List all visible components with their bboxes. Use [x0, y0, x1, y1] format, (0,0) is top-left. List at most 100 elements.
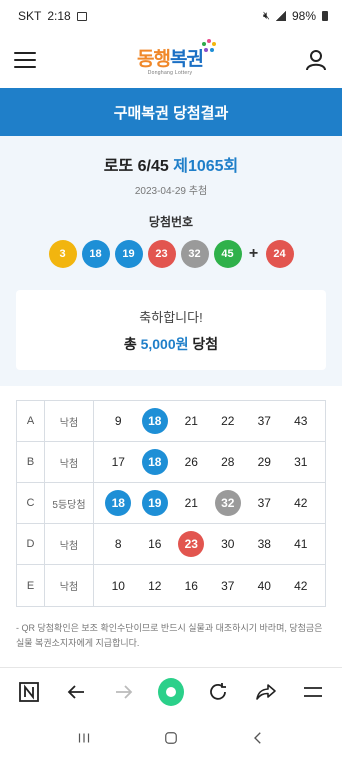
ticket-number: 12 [148, 578, 162, 593]
table-row: A 낙첨 9 18 21 22 37 43 [17, 401, 325, 442]
naver-icon[interactable] [16, 679, 42, 705]
congrats-message: 축하합니다! [139, 309, 203, 325]
winning-ball: 45 [213, 240, 242, 268]
ticket-number: 21 [184, 496, 198, 510]
home-icon[interactable] [159, 726, 183, 750]
winning-ball: 3 [48, 240, 77, 268]
signal-icon [275, 11, 286, 21]
ticket-number: 26 [184, 455, 198, 469]
matched-number: 18 [141, 449, 168, 475]
share-icon[interactable] [253, 679, 279, 705]
prize-prefix: 총 [123, 335, 137, 352]
menu-icon[interactable] [300, 679, 326, 705]
draw-date: 2023-04-29 추첨 [134, 186, 208, 197]
refresh-icon[interactable] [205, 679, 231, 705]
prize-amount: 5,000원 [140, 335, 189, 352]
table-row: D 낙첨 8 16 23 30 38 41 [17, 524, 325, 565]
back-arrow-icon[interactable] [63, 679, 89, 705]
ticket-number: 37 [257, 496, 271, 510]
app-header: 동행복권 Donghang Lottery [0, 32, 342, 88]
ticket-number: 16 [148, 537, 162, 551]
bonus-ball: 24 [265, 240, 294, 268]
ticket-number: 31 [294, 455, 308, 469]
time-label: 2:18 [47, 9, 71, 23]
row-numbers: 8 16 23 30 38 41 [94, 524, 325, 564]
ticket-number: 30 [221, 537, 235, 551]
gallery-icon [76, 11, 87, 21]
winning-numbers: 3 18 19 23 32 45 +24 [16, 240, 326, 268]
ticket-number: 21 [184, 414, 198, 428]
row-letter: B [17, 442, 45, 482]
battery-label: 98% [291, 9, 316, 23]
ticket-number: 16 [184, 578, 198, 593]
ticket-number: 22 [221, 414, 235, 428]
congrats-box: 축하합니다! 총 5,000원 당첨 [16, 290, 326, 370]
winning-ball: 23 [147, 240, 176, 268]
game-name: 로또 6/45 [103, 158, 169, 175]
table-row: B 낙첨 17 18 26 28 29 31 [17, 442, 325, 483]
ticket-table: A 낙첨 9 18 21 22 37 43 B 낙첨 17 18 26 28 29 31 C 5등당첨 18 19 21… [16, 400, 326, 607]
back-icon[interactable] [246, 726, 270, 750]
row-letter: E [17, 565, 45, 606]
result-section: 로또 6/45 제1065회 2023-04-29 추첨 당첨번호 3 18 19 2… [0, 136, 342, 386]
ticket-number: 17 [111, 455, 125, 469]
table-row: E 낙첨 10 12 16 37 40 42 [17, 565, 325, 606]
ticket-number: 40 [257, 578, 271, 593]
ticket-number: 9 [114, 414, 122, 428]
ticket-number: 37 [257, 414, 271, 428]
user-icon[interactable] [304, 48, 328, 72]
matched-number: 19 [141, 490, 168, 516]
battery-icon [322, 11, 328, 21]
ticket-number: 38 [257, 537, 271, 551]
ticket-number: 42 [294, 578, 308, 593]
logo-text-part1: 동행 [137, 49, 171, 70]
logo-text-part2: 복권 [170, 49, 204, 70]
table-row: C 5등당첨 18 19 21 32 37 42 [17, 483, 325, 524]
notice-text: - QR 당첨확인은 보조 확인수단이므로 반드시 실물과 대조하시기 바라며,… [16, 623, 323, 648]
system-nav-bar [0, 715, 342, 760]
matched-number: 18 [105, 490, 132, 516]
menu-icon[interactable] [14, 52, 36, 68]
row-numbers: 18 19 21 32 37 42 [94, 483, 325, 523]
page-title: 구매복권 당첨결과 [0, 88, 342, 136]
row-numbers: 10 12 16 37 40 42 [94, 565, 325, 606]
row-result: 낙첨 [45, 401, 94, 441]
recent-apps-icon[interactable] [72, 726, 96, 750]
matched-number: 23 [178, 531, 205, 557]
game-title: 로또 6/45 제1065회 [16, 152, 326, 176]
winning-ball: 32 [180, 240, 209, 268]
forward-arrow-icon[interactable] [111, 679, 137, 705]
row-result: 낙첨 [45, 442, 94, 482]
prize-summary: 총 5,000원 당첨 [124, 334, 218, 354]
winning-ball: 19 [114, 240, 143, 268]
plus-sign: + [248, 245, 259, 262]
ticket-number: 41 [294, 537, 308, 551]
ticket-number: 28 [221, 455, 235, 469]
round-number: 제1065회 [173, 158, 239, 175]
matched-number: 18 [141, 408, 168, 434]
carrier-label: SKT [18, 9, 42, 23]
ticket-number: 10 [111, 578, 125, 593]
ticket-number: 43 [294, 414, 308, 428]
logo-burst-icon [201, 39, 216, 52]
row-result: 5등당첨 [45, 483, 94, 523]
winning-numbers-label: 당첨번호 [148, 215, 194, 229]
ticket-number: 37 [221, 578, 235, 593]
logo-subtitle: Donghang Lottery [147, 70, 193, 76]
row-result: 낙첨 [45, 565, 94, 606]
mute-icon: 🔇︎ [263, 9, 270, 22]
row-result: 낙첨 [45, 524, 94, 564]
prize-suffix: 당첨 [192, 335, 219, 352]
home-dot-icon[interactable] [157, 677, 184, 706]
row-letter: C [17, 483, 45, 523]
winning-ball: 18 [81, 240, 110, 268]
status-bar: SKT 2:18 🔇︎ 98% [0, 0, 342, 32]
row-numbers: 9 18 21 22 37 43 [94, 401, 325, 441]
logo[interactable]: 동행복권 Donghang Lottery [137, 39, 216, 76]
row-numbers: 17 18 26 28 29 31 [94, 442, 325, 482]
matched-number: 32 [214, 490, 241, 516]
ticket-number: 29 [257, 455, 271, 469]
ticket-number: 42 [294, 496, 308, 510]
ticket-number: 8 [114, 537, 122, 551]
row-letter: D [17, 524, 45, 564]
